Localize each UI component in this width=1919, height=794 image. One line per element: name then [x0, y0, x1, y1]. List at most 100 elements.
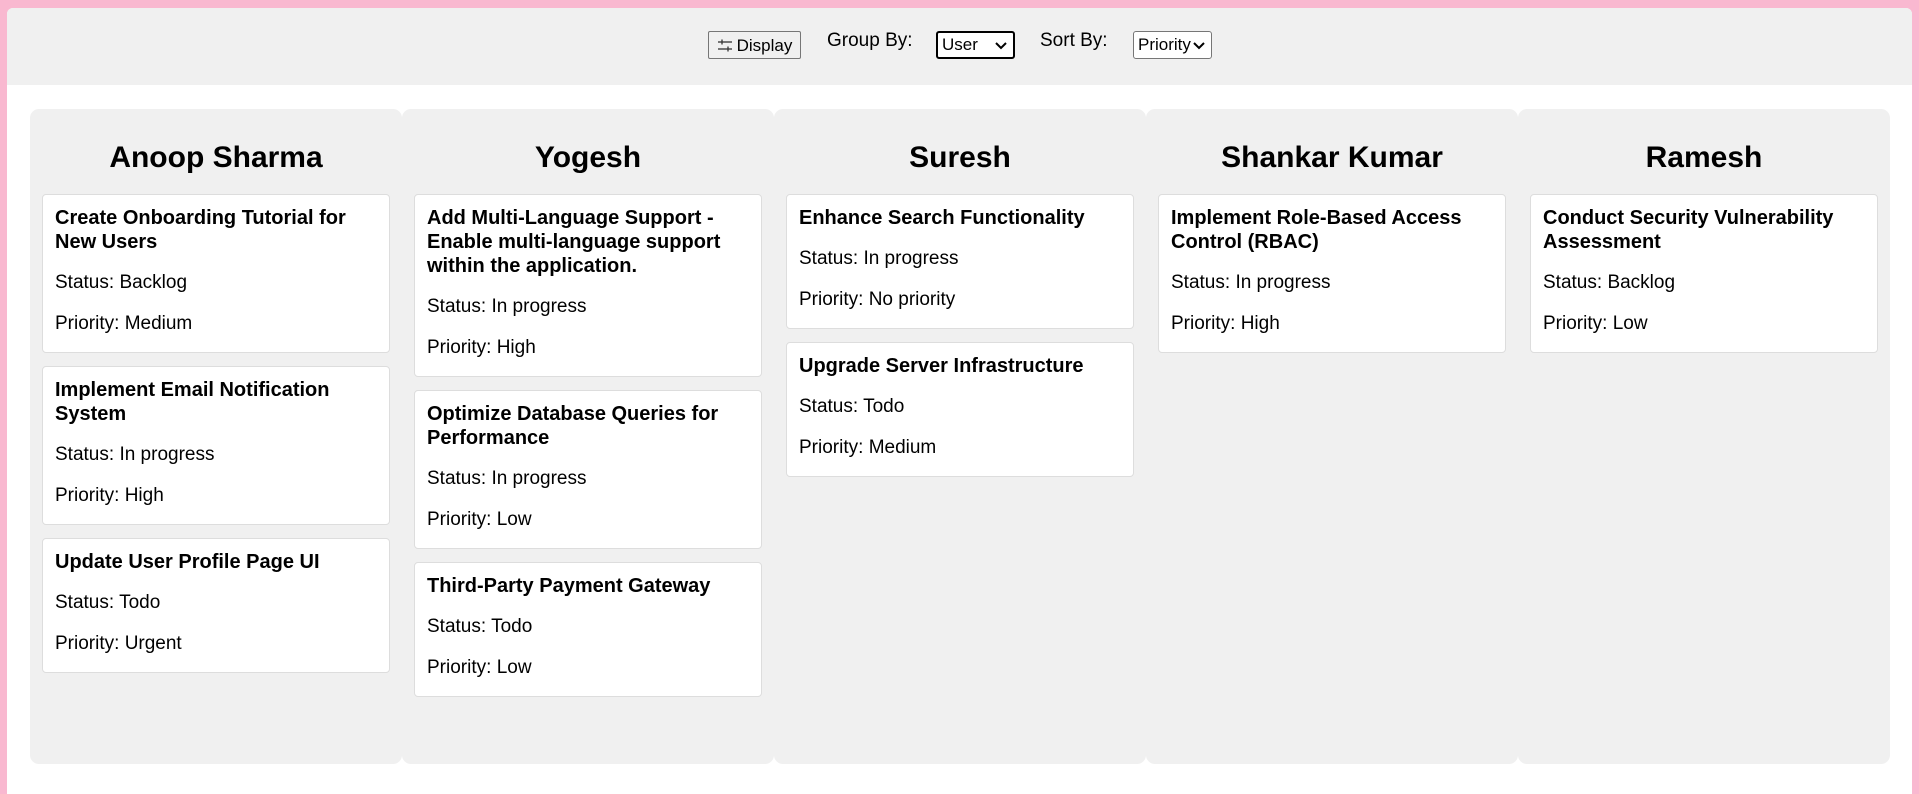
ticket-priority: Priority: No priority [799, 287, 1121, 312]
status-value: In progress [1235, 272, 1331, 293]
column-title: Shankar Kumar [1221, 141, 1443, 174]
ticket-card[interactable]: Third-Party Payment Gateway Status: Todo P… [414, 562, 762, 697]
status-prefix: Status: [427, 616, 487, 637]
column-title: Yogesh [534, 141, 642, 174]
ticket-priority: Priority: Low [1543, 311, 1865, 336]
priority-value: Medium [868, 437, 937, 458]
app-page: Display Group By: User Sort By: Priority… [7, 8, 1912, 794]
sort-by-label: Sort By: [1040, 30, 1108, 51]
ticket-card[interactable]: Add Multi-Language Support - Enable mult… [414, 194, 762, 377]
status-prefix: Status: [1171, 272, 1231, 293]
status-prefix: Status: [427, 468, 487, 489]
ticket-status: Status: Backlog [1543, 270, 1865, 295]
chevron-down-icon [1193, 42, 1205, 50]
ticket-title: Enhance Search Functionality [799, 207, 1085, 229]
status-value: Todo [863, 396, 905, 417]
ticket-title: Optimize Database Queries for Performanc… [427, 403, 719, 449]
status-prefix: Status: [427, 296, 487, 317]
status-prefix: Status: [799, 248, 859, 269]
ticket-status: Status: In progress [1171, 270, 1493, 295]
ticket-card[interactable]: Enhance Search Functionality Status: In p… [786, 194, 1134, 329]
priority-prefix: Priority: [55, 633, 120, 654]
ticket-card[interactable]: Upgrade Server Infrastructure Status: Tod… [786, 342, 1134, 477]
priority-prefix: Priority: [799, 289, 864, 310]
ticket-card[interactable]: Implement Email Notification System Statu… [42, 366, 390, 525]
ticket-card[interactable]: Update User Profile Page UI Status: Todo P… [42, 538, 390, 673]
ticket-priority: Priority: High [1171, 311, 1493, 336]
priority-prefix: Priority: [799, 437, 864, 458]
status-value: In progress [119, 444, 215, 465]
status-prefix: Status: [799, 396, 859, 417]
status-value: Todo [119, 592, 161, 613]
status-prefix: Status: [55, 592, 115, 613]
priority-value: Medium [124, 313, 193, 334]
status-prefix: Status: [55, 272, 115, 293]
status-value: In progress [491, 296, 587, 317]
status-value: Backlog [1607, 272, 1676, 293]
status-prefix: Status: [55, 444, 115, 465]
ticket-title: Implement Email Notification System [55, 379, 330, 425]
priority-prefix: Priority: [1543, 313, 1608, 334]
status-value: In progress [491, 468, 587, 489]
status-value: In progress [863, 248, 959, 269]
group-by-label: Group By: [827, 30, 913, 51]
priority-prefix: Priority: [55, 313, 120, 334]
ticket-priority: Priority: Low [427, 655, 749, 680]
priority-value: Low [496, 509, 532, 530]
priority-value: Low [496, 657, 532, 678]
ticket-title: Upgrade Server Infrastructure [799, 355, 1084, 377]
ticket-title: Conduct Security Vulnerability Assessmen… [1543, 207, 1834, 253]
ticket-card[interactable]: Optimize Database Queries for Performanc… [414, 390, 762, 549]
ticket-priority: Priority: High [55, 483, 377, 508]
display-button-label: Display [736, 36, 793, 55]
ticket-card[interactable]: Implement Role-Based Access Control (RBA… [1158, 194, 1506, 353]
ticket-status: Status: In progress [427, 294, 749, 319]
priority-value: High [496, 337, 536, 358]
ticket-priority: Priority: Low [427, 507, 749, 532]
priority-prefix: Priority: [427, 657, 492, 678]
column-title: Ramesh [1645, 141, 1763, 174]
priority-value: Low [1612, 313, 1648, 334]
status-value: Backlog [119, 272, 188, 293]
sliders-icon [717, 39, 732, 52]
toolbar: Display Group By: User Sort By: Priority [7, 8, 1912, 85]
column-title: Anoop Sharma [109, 141, 323, 174]
ticket-status: Status: Todo [55, 590, 377, 615]
ticket-status: Status: Todo [799, 394, 1121, 419]
priority-value: Urgent [124, 633, 182, 654]
ticket-title: Add Multi-Language Support - Enable mult… [427, 207, 721, 277]
ticket-card[interactable]: Create Onboarding Tutorial for New Users… [42, 194, 390, 353]
ticket-status: Status: In progress [55, 442, 377, 467]
priority-prefix: Priority: [427, 509, 492, 530]
priority-value: High [1240, 313, 1280, 334]
status-value: Todo [491, 616, 533, 637]
board-column: Shankar Kumar Implement Role-Based Access… [1146, 109, 1518, 764]
ticket-card[interactable]: Conduct Security Vulnerability Assessmen… [1530, 194, 1878, 353]
priority-value: No priority [868, 289, 956, 310]
board-column: Anoop Sharma Create Onboarding Tutorial f… [30, 109, 402, 764]
priority-value: High [124, 485, 164, 506]
ticket-status: Status: Backlog [55, 270, 377, 295]
ticket-status: Status: In progress [799, 246, 1121, 271]
sort-by-value: Priority [1138, 35, 1191, 54]
ticket-priority: Priority: Medium [799, 435, 1121, 460]
ticket-priority: Priority: High [427, 335, 749, 360]
priority-prefix: Priority: [1171, 313, 1236, 334]
display-button[interactable]: Display [708, 31, 801, 59]
ticket-title: Third-Party Payment Gateway [427, 575, 711, 597]
board-column: Ramesh Conduct Security Vulnerability Ass… [1518, 109, 1890, 764]
group-by-value: User [942, 35, 978, 54]
chevron-down-icon [995, 42, 1007, 50]
ticket-status: Status: Todo [427, 614, 749, 639]
board-column: Yogesh Add Multi-Language Support - Enabl… [402, 109, 774, 764]
status-prefix: Status: [1543, 272, 1603, 293]
sort-by-select[interactable]: Priority [1133, 31, 1212, 59]
ticket-title: Update User Profile Page UI [55, 551, 320, 573]
group-by-select[interactable]: User [936, 31, 1015, 59]
board-column: Suresh Enhance Search Functionality Status… [774, 109, 1146, 764]
priority-prefix: Priority: [427, 337, 492, 358]
ticket-title: Implement Role-Based Access Control (RBA… [1171, 207, 1462, 253]
kanban-board: Anoop Sharma Create Onboarding Tutorial f… [30, 109, 1890, 764]
ticket-priority: Priority: Medium [55, 311, 377, 336]
ticket-status: Status: In progress [427, 466, 749, 491]
